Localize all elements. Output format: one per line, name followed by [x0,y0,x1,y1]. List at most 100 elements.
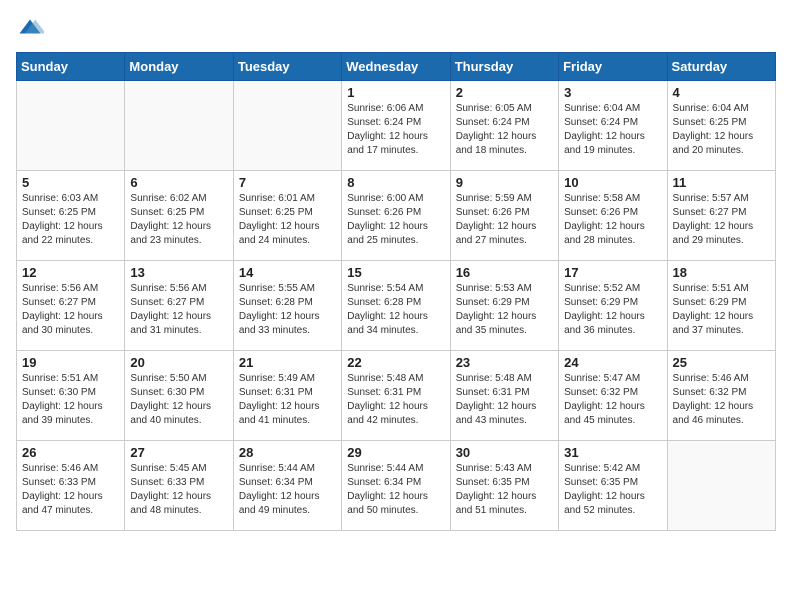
day-info: Sunrise: 5:42 AM Sunset: 6:35 PM Dayligh… [564,462,661,518]
calendar-week-row: 1 Sunrise: 6:06 AM Sunset: 6:24 PM Daylig… [17,81,776,171]
day-number: 25 [673,355,770,370]
calendar-cell: 21 Sunrise: 5:49 AM Sunset: 6:31 PM Dayli… [233,351,341,441]
calendar-cell: 29 Sunrise: 5:44 AM Sunset: 6:34 PM Dayli… [342,441,450,531]
calendar-week-row: 26 Sunrise: 5:46 AM Sunset: 6:33 PM Dayli… [17,441,776,531]
calendar-cell: 9 Sunrise: 5:59 AM Sunset: 6:26 PM Daylig… [450,171,558,261]
day-number: 22 [347,355,444,370]
day-info: Sunrise: 5:52 AM Sunset: 6:29 PM Dayligh… [564,282,661,338]
day-info: Sunrise: 6:04 AM Sunset: 6:25 PM Dayligh… [673,102,770,158]
calendar-cell: 1 Sunrise: 6:06 AM Sunset: 6:24 PM Daylig… [342,81,450,171]
calendar-week-row: 5 Sunrise: 6:03 AM Sunset: 6:25 PM Daylig… [17,171,776,261]
day-number: 26 [22,445,119,460]
day-info: Sunrise: 6:05 AM Sunset: 6:24 PM Dayligh… [456,102,553,158]
day-number: 12 [22,265,119,280]
calendar-cell [667,441,775,531]
calendar: SundayMondayTuesdayWednesdayThursdayFrid… [16,52,776,531]
day-number: 29 [347,445,444,460]
day-number: 17 [564,265,661,280]
day-info: Sunrise: 5:44 AM Sunset: 6:34 PM Dayligh… [239,462,336,518]
day-number: 8 [347,175,444,190]
calendar-cell: 24 Sunrise: 5:47 AM Sunset: 6:32 PM Dayli… [559,351,667,441]
day-number: 14 [239,265,336,280]
day-info: Sunrise: 5:53 AM Sunset: 6:29 PM Dayligh… [456,282,553,338]
day-number: 10 [564,175,661,190]
weekday-header: Wednesday [342,53,450,81]
day-info: Sunrise: 5:44 AM Sunset: 6:34 PM Dayligh… [347,462,444,518]
day-number: 5 [22,175,119,190]
day-number: 20 [130,355,227,370]
day-info: Sunrise: 5:54 AM Sunset: 6:28 PM Dayligh… [347,282,444,338]
day-info: Sunrise: 5:48 AM Sunset: 6:31 PM Dayligh… [347,372,444,428]
day-number: 9 [456,175,553,190]
calendar-cell: 22 Sunrise: 5:48 AM Sunset: 6:31 PM Dayli… [342,351,450,441]
day-info: Sunrise: 5:43 AM Sunset: 6:35 PM Dayligh… [456,462,553,518]
weekday-header: Tuesday [233,53,341,81]
day-number: 2 [456,85,553,100]
calendar-cell [17,81,125,171]
calendar-cell: 18 Sunrise: 5:51 AM Sunset: 6:29 PM Dayli… [667,261,775,351]
day-number: 23 [456,355,553,370]
calendar-cell: 16 Sunrise: 5:53 AM Sunset: 6:29 PM Dayli… [450,261,558,351]
weekday-header: Monday [125,53,233,81]
day-number: 19 [22,355,119,370]
weekday-header: Thursday [450,53,558,81]
page-header [16,16,776,44]
calendar-cell: 27 Sunrise: 5:45 AM Sunset: 6:33 PM Dayli… [125,441,233,531]
calendar-cell: 8 Sunrise: 6:00 AM Sunset: 6:26 PM Daylig… [342,171,450,261]
calendar-cell: 17 Sunrise: 5:52 AM Sunset: 6:29 PM Dayli… [559,261,667,351]
day-info: Sunrise: 5:51 AM Sunset: 6:29 PM Dayligh… [673,282,770,338]
day-number: 7 [239,175,336,190]
weekday-header: Sunday [17,53,125,81]
calendar-cell: 25 Sunrise: 5:46 AM Sunset: 6:32 PM Dayli… [667,351,775,441]
day-info: Sunrise: 6:01 AM Sunset: 6:25 PM Dayligh… [239,192,336,248]
calendar-cell: 13Sunrise: 5:56 AM Sunset: 6:27 PM Dayli… [125,261,233,351]
day-info: Sunrise: 5:47 AM Sunset: 6:32 PM Dayligh… [564,372,661,428]
day-number: 6 [130,175,227,190]
logo [16,16,48,44]
day-info: Sunrise: 6:06 AM Sunset: 6:24 PM Dayligh… [347,102,444,158]
calendar-cell: 31 Sunrise: 5:42 AM Sunset: 6:35 PM Dayli… [559,441,667,531]
weekday-header: Saturday [667,53,775,81]
day-info: Sunrise: 5:46 AM Sunset: 6:32 PM Dayligh… [673,372,770,428]
day-info: Sunrise: 5:49 AM Sunset: 6:31 PM Dayligh… [239,372,336,428]
logo-icon [16,16,44,44]
day-number: 27 [130,445,227,460]
day-number: 31 [564,445,661,460]
calendar-cell: 14 Sunrise: 5:55 AM Sunset: 6:28 PM Dayli… [233,261,341,351]
day-number: 15 [347,265,444,280]
day-info: Sunrise: 5:59 AM Sunset: 6:26 PM Dayligh… [456,192,553,248]
day-number: 3 [564,85,661,100]
day-number: 16 [456,265,553,280]
day-info: Sunrise: 5:50 AM Sunset: 6:30 PM Dayligh… [130,372,227,428]
calendar-cell: 19 Sunrise: 5:51 AM Sunset: 6:30 PM Dayli… [17,351,125,441]
day-number: 21 [239,355,336,370]
calendar-cell [233,81,341,171]
day-number: 13 [130,265,227,280]
day-info: Sunrise: 5:51 AM Sunset: 6:30 PM Dayligh… [22,372,119,428]
calendar-cell: 6 Sunrise: 6:02 AM Sunset: 6:25 PM Daylig… [125,171,233,261]
calendar-cell: 28Sunrise: 5:44 AM Sunset: 6:34 PM Dayli… [233,441,341,531]
day-info: Sunrise: 5:56 AM Sunset: 6:27 PM Dayligh… [22,282,119,338]
calendar-cell: 30 Sunrise: 5:43 AM Sunset: 6:35 PM Dayli… [450,441,558,531]
day-number: 18 [673,265,770,280]
day-info: Sunrise: 6:02 AM Sunset: 6:25 PM Dayligh… [130,192,227,248]
calendar-cell: 26 Sunrise: 5:46 AM Sunset: 6:33 PM Dayli… [17,441,125,531]
day-info: Sunrise: 5:55 AM Sunset: 6:28 PM Dayligh… [239,282,336,338]
day-info: Sunrise: 5:58 AM Sunset: 6:26 PM Dayligh… [564,192,661,248]
day-info: Sunrise: 5:45 AM Sunset: 6:33 PM Dayligh… [130,462,227,518]
calendar-cell: 12 Sunrise: 5:56 AM Sunset: 6:27 PM Dayli… [17,261,125,351]
weekday-header-row: SundayMondayTuesdayWednesdayThursdayFrid… [17,53,776,81]
day-number: 30 [456,445,553,460]
day-number: 1 [347,85,444,100]
calendar-week-row: 19 Sunrise: 5:51 AM Sunset: 6:30 PM Dayli… [17,351,776,441]
calendar-cell: 7 Sunrise: 6:01 AM Sunset: 6:25 PM Daylig… [233,171,341,261]
calendar-cell: 4Sunrise: 6:04 AM Sunset: 6:25 PM Daylig… [667,81,775,171]
calendar-cell: 3Sunrise: 6:04 AM Sunset: 6:24 PM Daylig… [559,81,667,171]
weekday-header: Friday [559,53,667,81]
day-info: Sunrise: 5:57 AM Sunset: 6:27 PM Dayligh… [673,192,770,248]
day-info: Sunrise: 6:03 AM Sunset: 6:25 PM Dayligh… [22,192,119,248]
day-info: Sunrise: 6:00 AM Sunset: 6:26 PM Dayligh… [347,192,444,248]
day-info: Sunrise: 5:46 AM Sunset: 6:33 PM Dayligh… [22,462,119,518]
day-number: 11 [673,175,770,190]
day-number: 24 [564,355,661,370]
